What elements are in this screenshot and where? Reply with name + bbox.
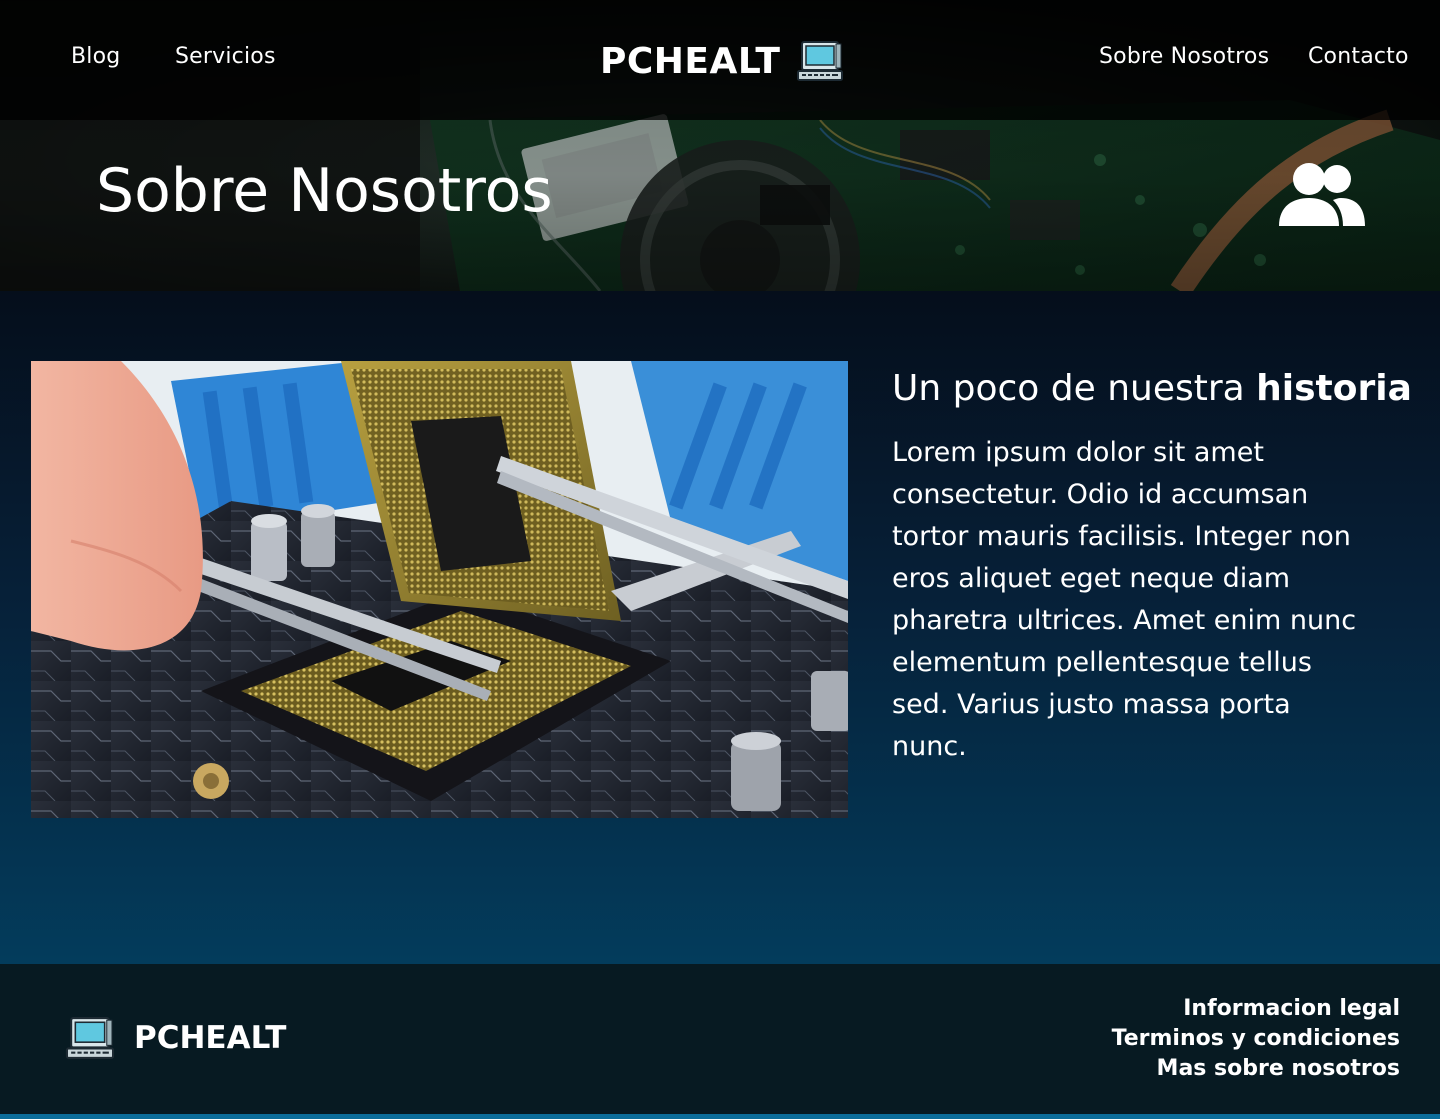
footer-link-mas-sobre-nosotros[interactable]: Mas sobre nosotros xyxy=(1157,1056,1400,1082)
footer-brand-name: PCHEALT xyxy=(134,1020,287,1056)
computer-icon xyxy=(797,41,844,81)
story-body: Lorem ipsum dolor sit amet consectetur. … xyxy=(892,437,1357,763)
story-block: Un poco de nuestra historia Lorem ipsum … xyxy=(892,367,1412,768)
top-navbar: Blog Servicios PCHEALT Sobre Nosotros Co… xyxy=(0,0,1440,120)
nav-link-contacto[interactable]: Contacto xyxy=(1308,44,1409,69)
hero-header: Blog Servicios PCHEALT Sobre Nosotros Co… xyxy=(0,0,1440,291)
brand-logo[interactable]: PCHEALT xyxy=(600,36,844,86)
footer-brand-logo[interactable]: PCHEALT xyxy=(64,1016,286,1060)
nav-link-servicios[interactable]: Servicios xyxy=(175,44,276,69)
footer-links: Informacion legal Terminos y condiciones… xyxy=(1112,996,1400,1082)
story-title-regular: Un poco de nuestra xyxy=(892,368,1257,409)
nav-link-blog[interactable]: Blog xyxy=(71,44,120,69)
story-title: Un poco de nuestra historia xyxy=(892,367,1412,410)
site-footer: PCHEALT Informacion legal Terminos y con… xyxy=(0,964,1440,1119)
users-icon xyxy=(1279,163,1365,226)
story-title-bold: historia xyxy=(1256,368,1412,409)
nav-link-sobre-nosotros[interactable]: Sobre Nosotros xyxy=(1099,44,1269,69)
cpu-repair-photo xyxy=(31,361,848,818)
about-section: Un poco de nuestra historia Lorem ipsum … xyxy=(0,291,1440,964)
footer-link-informacion-legal[interactable]: Informacion legal xyxy=(1183,996,1400,1022)
footer-link-terminos[interactable]: Terminos y condiciones xyxy=(1112,1026,1400,1052)
computer-icon xyxy=(65,1017,115,1059)
brand-name: PCHEALT xyxy=(600,40,781,82)
page-title: Sobre Nosotros xyxy=(96,156,553,226)
